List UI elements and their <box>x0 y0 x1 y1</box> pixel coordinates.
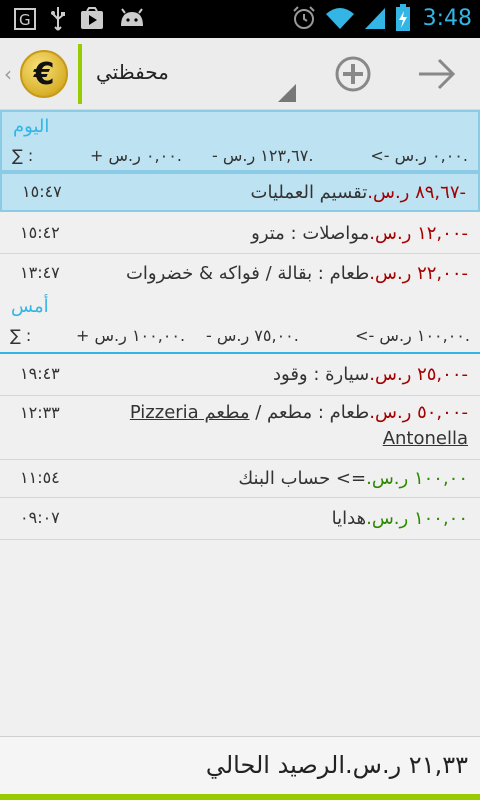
transaction-row[interactable]: ٠٩:٠٧ ١٠٠,٠٠ ر.س.هدايا <box>0 498 480 540</box>
play-store-icon <box>81 7 103 29</box>
sum-sigma: ∑ : <box>10 326 32 345</box>
transaction-amount: -١٢,٠٠ ر.س. <box>369 223 468 244</box>
transaction-time: ١٥:٤٧ <box>22 182 62 201</box>
transaction-text: مواصلات : مترو <box>251 223 370 244</box>
forward-arrow-button[interactable] <box>415 55 459 93</box>
transaction-row[interactable]: ١٥:٤٢ -١٢,٠٠ ر.س.مواصلات : مترو <box>0 212 480 254</box>
status-bar: G 3:48 <box>0 0 480 38</box>
transaction-text: هدايا <box>331 508 367 529</box>
transaction-row[interactable]: ١١:٥٤ ١٠٠,٠٠ ر.س.=> حساب البنك <box>0 460 480 498</box>
transaction-amount: ١٠٠,٠٠ ر.س. <box>366 468 468 489</box>
sum-balance: + ٠,٠٠ ر.س. <box>90 146 182 165</box>
transaction-time: ١٣:٤٧ <box>20 263 60 282</box>
app-logo-euro-coin-icon[interactable]: € <box>20 50 68 98</box>
wallet-spinner[interactable]: محفظتي <box>90 44 300 106</box>
action-bar-divider <box>78 44 82 104</box>
currency-symbol: € <box>33 56 55 92</box>
day-title: أمس <box>11 296 49 317</box>
day-summary: ∑ : + ١٠٠,٠٠ ر.س. - ٧٥,٠٠ ر.س. <- ١٠٠,٠٠… <box>10 326 470 348</box>
up-caret-icon[interactable]: ‹ <box>4 62 12 86</box>
transaction-amount: -٢٢,٠٠ ر.س. <box>369 263 468 284</box>
transaction-amount: -٨٩,٦٧ ر.س. <box>367 182 466 203</box>
footer-accent-bar <box>0 794 480 800</box>
transaction-description: -٨٩,٦٧ ر.س.تقسيم العمليات <box>251 182 466 203</box>
transaction-description: -٥٠,٠٠ ر.س.طعام : مطعم / مطعم Pizzeria A… <box>108 400 468 452</box>
day-summary: ∑ : + ٠,٠٠ ر.س. - ١٢٣,٦٧ ر.س. <- ٠,٠٠ ر.… <box>12 146 468 168</box>
transaction-time: ١٢:٣٣ <box>20 403 60 422</box>
add-transaction-button[interactable] <box>334 55 372 93</box>
transaction-amount: -٥٠,٠٠ ر.س. <box>369 402 468 423</box>
battery-charging-icon <box>395 4 410 31</box>
transaction-amount: -٢٥,٠٠ ر.س. <box>369 364 468 385</box>
transaction-time: ١١:٥٤ <box>20 468 60 487</box>
usb-icon <box>51 7 65 31</box>
transaction-text: طعام : مطعم / <box>249 402 370 423</box>
day-header-yesterday[interactable]: أمس ∑ : + ١٠٠,٠٠ ر.س. - ٧٥,٠٠ ر.س. <- ١٠… <box>0 292 480 352</box>
transaction-text: => حساب البنك <box>238 468 367 489</box>
sum-expense: - ٧٥,٠٠ ر.س. <box>206 326 299 345</box>
balance-amount: ٢١,٣٣ ر.س. <box>345 751 468 779</box>
wifi-icon <box>325 8 354 29</box>
day-title: اليوم <box>13 116 50 137</box>
transaction-row[interactable]: ١٣:٤٧ -٢٢,٠٠ ر.س.طعام : بقالة / فواكه & … <box>0 254 480 294</box>
sum-expense: - ١٢٣,٦٧ ر.س. <box>212 146 314 165</box>
action-bar: ‹ € محفظتي <box>0 38 480 110</box>
transaction-description: -٢٢,٠٠ ر.س.طعام : بقالة / فواكه & خضروات <box>126 263 468 284</box>
transaction-description: -٢٥,٠٠ ر.س.سيارة : وقود <box>273 364 468 385</box>
transaction-text: تقسيم العمليات <box>250 182 368 203</box>
android-debug-icon <box>121 8 143 26</box>
status-clock: 3:48 <box>422 5 472 31</box>
alarm-icon <box>292 6 315 29</box>
transaction-row[interactable]: ١٢:٣٣ -٥٠,٠٠ ر.س.طعام : مطعم / مطعم Pizz… <box>0 396 480 460</box>
g-notification-icon: G <box>14 8 36 30</box>
balance-footer: ٢١,٣٣ ر.س.الرصيد الحالي <box>0 736 480 800</box>
transaction-description: -١٢,٠٠ ر.س.مواصلات : مترو <box>251 223 468 244</box>
svg-text:G: G <box>19 11 31 29</box>
transaction-description: ١٠٠,٠٠ ر.س.هدايا <box>332 508 468 529</box>
sum-income: <- ١٠٠,٠٠ ر.س. <box>355 326 470 345</box>
signal-icon <box>364 8 385 29</box>
transaction-row[interactable]: ١٩:٤٣ -٢٥,٠٠ ر.س.سيارة : وقود <box>0 354 480 396</box>
sum-income: <- ٠,٠٠ ر.س. <box>370 146 468 165</box>
day-header-today[interactable]: اليوم ∑ : + ٠,٠٠ ر.س. - ١٢٣,٦٧ ر.س. <- ٠… <box>0 110 480 172</box>
transaction-time: ٠٩:٠٧ <box>20 508 60 527</box>
transaction-row[interactable]: ١٥:٤٧ -٨٩,٦٧ ر.س.تقسيم العمليات <box>0 172 480 212</box>
balance-label: الرصيد الحالي <box>205 751 346 779</box>
transaction-description: ١٠٠,٠٠ ر.س.=> حساب البنك <box>238 468 468 489</box>
transaction-text: طعام : بقالة / فواكه & خضروات <box>125 263 370 284</box>
sum-balance: + ١٠٠,٠٠ ر.س. <box>76 326 186 345</box>
transaction-amount: ١٠٠,٠٠ ر.س. <box>366 508 468 529</box>
transaction-time: ١٥:٤٢ <box>20 223 60 242</box>
transaction-time: ١٩:٤٣ <box>20 364 60 383</box>
sum-sigma: ∑ : <box>12 146 34 165</box>
wallet-name: محفظتي <box>96 60 169 84</box>
transaction-text: سيارة : وقود <box>273 364 370 385</box>
current-balance: ٢١,٣٣ ر.س.الرصيد الحالي <box>206 751 468 779</box>
spinner-triangle-icon <box>278 84 296 102</box>
